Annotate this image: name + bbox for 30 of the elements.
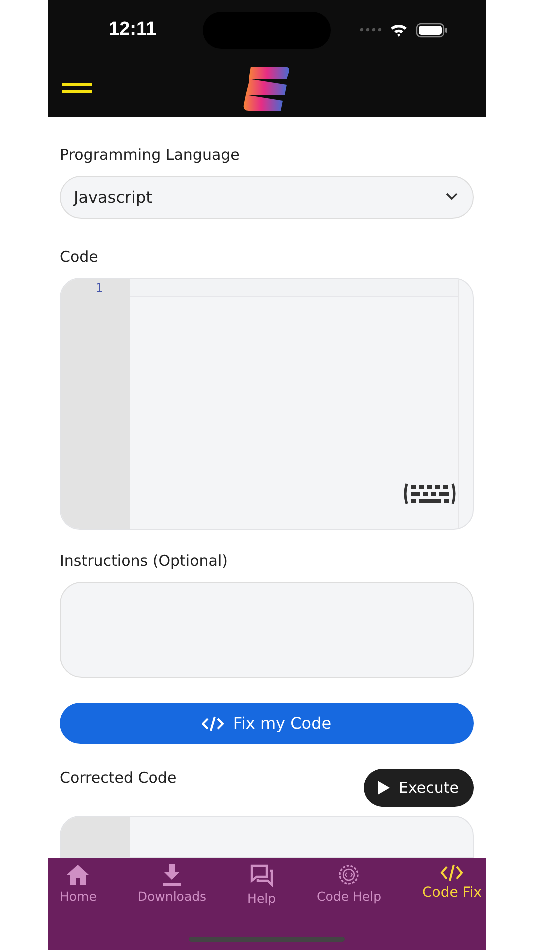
field-label: Programming Language — [60, 146, 240, 164]
keyboard-icon[interactable] — [404, 482, 456, 506]
tab-bar-item[interactable]: Code Help — [317, 864, 382, 906]
status-time: 12:11 — [109, 19, 157, 41]
signal-icon — [360, 28, 382, 32]
tab-bar-item[interactable]: Downloads — [138, 864, 207, 906]
execute-button[interactable]: Execute — [364, 769, 474, 808]
code-icon — [202, 716, 224, 732]
battery-icon — [416, 22, 448, 38]
tab-bar-item[interactable]: Home — [60, 864, 97, 906]
section-label: Corrected Code — [60, 769, 177, 788]
language-dropdown[interactable]: Javascript — [60, 176, 474, 219]
gear-code-icon — [338, 864, 360, 886]
field-label: Instructions (Optional) — [60, 552, 228, 570]
menu-icon[interactable] — [62, 82, 92, 94]
code-icon — [440, 864, 464, 882]
fix-code-button[interactable]: Fix my Code — [60, 703, 474, 744]
wifi-icon — [390, 23, 408, 37]
chevron-down-icon — [446, 193, 458, 202]
logo-icon — [243, 66, 291, 110]
tab-bar-item[interactable]: Code Fix — [422, 864, 482, 906]
field-label: Code — [60, 248, 98, 266]
home-icon — [66, 864, 90, 886]
code-editor[interactable]: 1 — [60, 278, 474, 530]
chat-icon — [250, 864, 274, 888]
play-icon — [378, 781, 390, 796]
tab-bar-item[interactable]: Help — [248, 864, 276, 906]
download-icon — [162, 864, 182, 886]
instructions-field[interactable] — [60, 582, 474, 678]
line-number: 1 — [96, 280, 104, 295]
